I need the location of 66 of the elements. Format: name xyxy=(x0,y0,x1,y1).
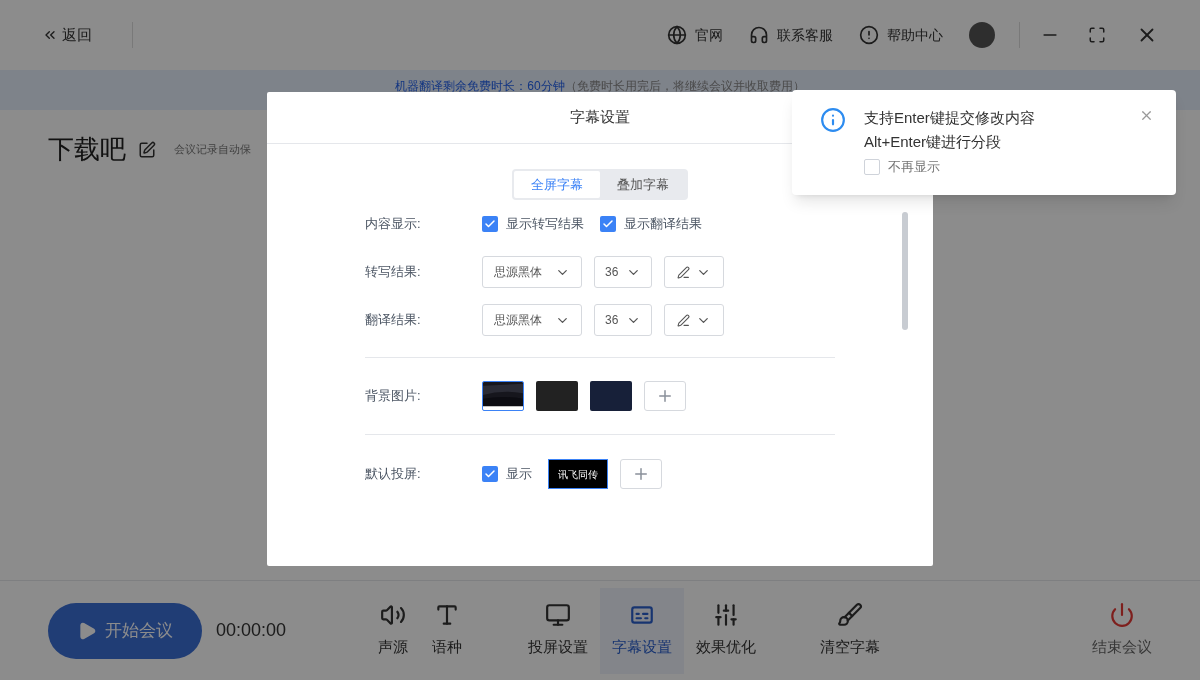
headset-icon xyxy=(749,25,769,45)
edit-icon[interactable] xyxy=(138,140,156,159)
checkbox-label: 显示 xyxy=(506,465,532,484)
background-swatch[interactable] xyxy=(536,381,578,411)
autosave-note: 会议记录自动保 xyxy=(174,142,251,158)
checkmark-icon xyxy=(602,218,614,230)
pen-icon xyxy=(677,313,690,327)
header-link[interactable]: 联系客服 xyxy=(749,24,833,46)
close-icon[interactable] xyxy=(1139,108,1154,123)
toolbar-button[interactable]: 字幕设置 xyxy=(600,587,684,674)
header-link[interactable]: 官网 xyxy=(667,24,723,46)
tip-text: Alt+Enter键进行分段 xyxy=(864,132,1003,152)
checkmark-icon xyxy=(484,468,496,480)
play-icon xyxy=(77,620,97,641)
pen-icon xyxy=(677,265,690,279)
field-label: 转写结果: xyxy=(365,263,422,282)
toolbar-button[interactable]: 效果优化 xyxy=(684,587,768,674)
checkbox-label: 不再显示 xyxy=(888,158,940,176)
field-label: 翻译结果: xyxy=(365,311,422,330)
checkbox[interactable] xyxy=(600,216,616,232)
info-icon xyxy=(820,107,846,133)
alert-icon xyxy=(859,25,879,45)
tab[interactable]: 全屏字幕 xyxy=(514,171,600,198)
tip-text: 支持Enter键提交修改内容 xyxy=(864,108,1036,128)
tab[interactable]: 叠加字幕 xyxy=(600,171,686,198)
monitor-icon xyxy=(545,602,571,629)
plus-icon xyxy=(632,465,650,483)
add-button[interactable] xyxy=(644,381,686,411)
checkbox[interactable] xyxy=(864,158,880,175)
scrollbar[interactable] xyxy=(902,212,908,330)
toolbar-button[interactable]: 投屏设置 xyxy=(516,587,600,674)
checkbox-label: 显示翻译结果 xyxy=(624,215,702,234)
meeting-timer: 00:00:00 xyxy=(216,619,288,642)
font-select[interactable]: 思源黑体 xyxy=(482,256,582,288)
meeting-title: 下载吧 xyxy=(48,133,126,166)
sliders-icon xyxy=(713,602,739,629)
power-icon xyxy=(1109,602,1135,629)
checkmark-icon xyxy=(484,218,496,230)
checkbox-label: 显示转写结果 xyxy=(506,215,584,234)
checkbox[interactable] xyxy=(482,466,498,482)
toolbar-button[interactable]: 声源 xyxy=(366,587,420,674)
background-swatch[interactable] xyxy=(590,381,632,411)
size-select[interactable]: 36 xyxy=(594,256,652,288)
checkbox[interactable] xyxy=(482,216,498,232)
end-meeting-button[interactable]: 结束会议 xyxy=(1092,602,1152,659)
color-select[interactable] xyxy=(664,304,724,336)
toolbar-button[interactable]: 语种 xyxy=(420,587,474,674)
field-label: 背景图片: xyxy=(365,387,422,406)
plus-icon xyxy=(656,387,674,405)
toolbar-button[interactable]: 清空字幕 xyxy=(808,587,892,674)
brush-icon xyxy=(837,602,863,629)
font-select[interactable]: 思源黑体 xyxy=(482,304,582,336)
start-meeting-button[interactable]: 开始会议 xyxy=(48,602,202,659)
dialog-title: 字幕设置 xyxy=(570,107,630,128)
banner-text: 机器翻译剩余免费时长：60分钟 xyxy=(395,78,565,95)
maximize-icon[interactable] xyxy=(1088,26,1106,44)
color-select[interactable] xyxy=(664,256,724,288)
globe-icon xyxy=(667,25,687,45)
size-select[interactable]: 36 xyxy=(594,304,652,336)
field-label: 默认投屏: xyxy=(365,465,422,484)
logo-tile[interactable]: 讯飞同传 xyxy=(548,459,608,489)
add-button[interactable] xyxy=(620,459,662,489)
avatar[interactable] xyxy=(969,22,995,48)
header-link[interactable]: 帮助中心 xyxy=(859,24,943,46)
field-label: 内容显示: xyxy=(365,215,422,234)
back-button[interactable]: 返回 xyxy=(42,22,133,48)
